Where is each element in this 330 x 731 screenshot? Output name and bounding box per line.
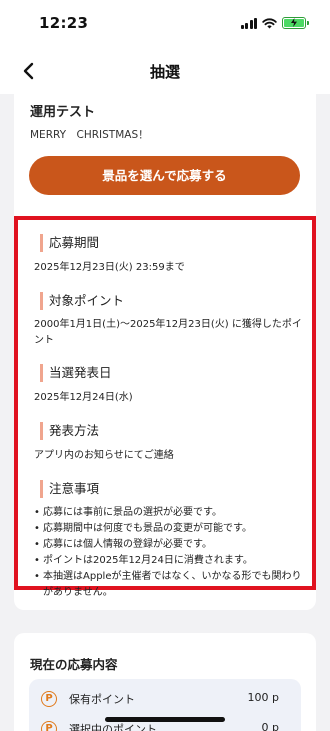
notes-list-item: 本抽選はAppleが主催者ではなく、いかなる形でも関わりがありません。 [34,569,306,601]
announcement-method-heading: 発表方法 [40,422,99,440]
target-points-value: 2000年1月1日(土)～2025年12月23日(火) に獲得したポイント [34,319,302,346]
held-points-label: 保有ポイント [69,693,135,706]
campaign-title: 運用テスト [30,105,96,120]
target-points-heading: 対象ポイント [40,292,124,310]
notes-list-item: 応募期間中は何度でも景品の変更が可能です。 [34,521,306,537]
notes-heading: 注意事項 [40,480,99,498]
battery-charging-icon [282,17,309,29]
campaign-details-box: 応募期間 2025年12月23日(火) 23:59まで 対象ポイント 2000年… [14,216,316,598]
coin-icon: P [41,691,57,707]
application-period-heading: 応募期間 [40,234,99,252]
status-bar: 12:23 [0,0,330,48]
points-panel: P 保有ポイント 100 p P 選択中のポイント 0 p [29,679,301,731]
draw-date-value: 2025年12月24日(水) [34,392,133,403]
coin-icon: P [41,721,57,731]
apply-button[interactable]: 景品を選んで応募する [29,156,300,195]
status-icons [240,17,309,29]
status-time: 12:23 [39,14,89,32]
draw-date-heading: 当選発表日 [40,364,112,382]
cellular-signal-icon [240,17,257,29]
announcement-method-value: アプリ内のお知らせにてご連絡 [34,450,174,461]
notes-list-item: 応募には事前に景品の選択が必要です。 [34,505,306,521]
application-period-value: 2025年12月23日(火) 23:59まで [34,262,185,273]
navigation-bar: 抽選 [0,48,330,94]
campaign-card: 運用テスト MERRY CHRISTMAS！ 景品を選んで応募する 応募期間 2… [14,94,316,610]
notes-list-item: ポイントは2025年12月24日に消費されます。 [34,553,306,569]
page-title: 抽選 [149,63,180,81]
held-points-row: P 保有ポイント 100 p [29,685,301,715]
selected-points-value: 0 p [261,721,279,731]
current-application-title: 現在の応募内容 [30,657,118,672]
selected-points-label: 選択中のポイント [69,723,157,731]
wifi-icon [262,17,277,28]
held-points-value: 100 p [247,691,279,704]
home-indicator[interactable] [105,717,225,722]
campaign-subtitle: MERRY CHRISTMAS！ [30,129,149,141]
notes-list: 応募には事前に景品の選択が必要です。 応募期間中は何度でも景品の変更が可能です。… [34,505,306,601]
notes-list-item: 応募には個人情報の登録が必要です。 [34,537,306,553]
